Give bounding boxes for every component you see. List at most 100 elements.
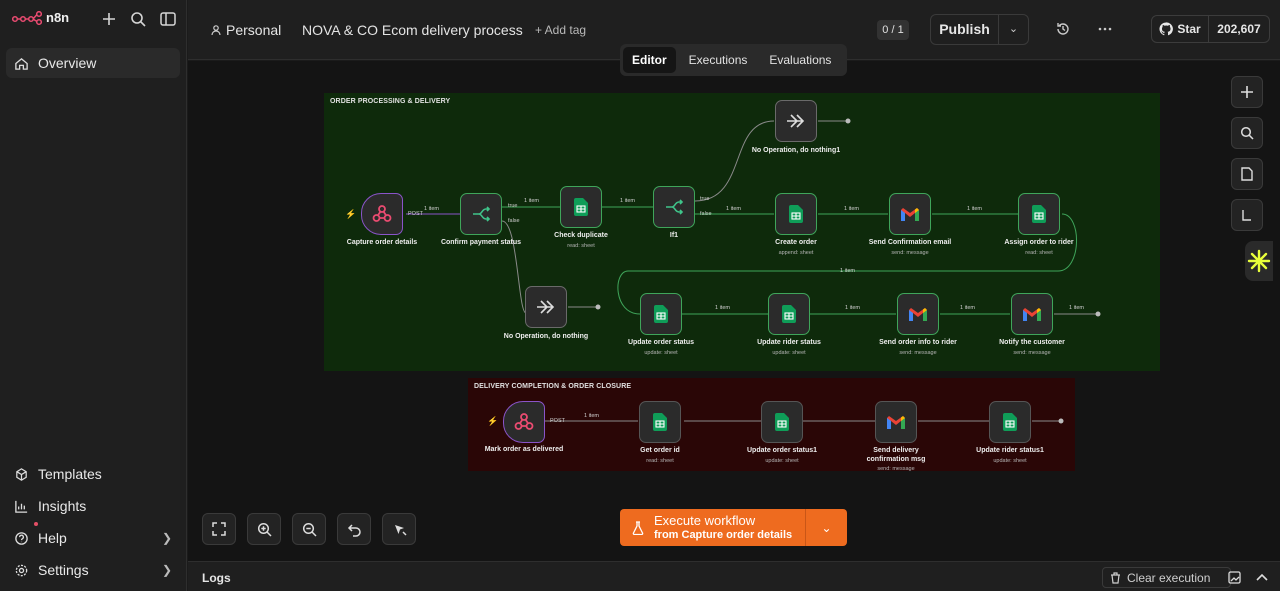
sidebar-item-label: Help [38,530,67,546]
node-update-rider-status[interactable] [768,293,810,335]
node-title: Notify the customer [999,339,1065,346]
node-notify-the-customer[interactable] [1011,293,1053,335]
history-icon[interactable] [1055,21,1071,37]
github-icon [1159,22,1174,36]
image-icon[interactable] [1228,571,1241,584]
templates-icon [16,467,27,481]
sidebar-toggle-icon[interactable] [159,10,177,28]
edge-label: 1 item [844,206,859,212]
publish-button[interactable]: Publish [931,15,999,44]
more-options-icon[interactable] [1097,21,1113,37]
node-title: If1 [669,232,679,239]
sidebar-item-settings[interactable]: Settings ❯ [6,555,180,585]
github-star-label: Star [1177,22,1201,36]
chevron-down-icon[interactable]: ⌄ [999,15,1028,44]
node-label: Send Confirmation email send: message [850,239,970,257]
tab-executions[interactable]: Executions [680,47,757,73]
double-arrow-icon [787,114,805,128]
node-get-order-id[interactable] [639,401,681,443]
sidebar-item-insights[interactable]: Insights [6,491,180,521]
sidebar-item-help[interactable]: Help ❯ [6,522,180,553]
undo-button[interactable] [337,513,371,545]
double-arrow-icon [537,300,555,314]
trigger-bolt-icon: ⚡ [487,416,499,426]
app-name: n8n [46,10,70,25]
logs-title[interactable]: Logs [202,571,231,585]
node-title: Mark order as delivered [484,446,564,453]
google-sheets-icon [775,413,789,431]
search-icon[interactable] [129,10,147,28]
add-node-button[interactable] [1231,76,1263,108]
fit-view-button[interactable] [202,513,236,545]
node-title: Send order info to rider [879,339,957,346]
node-create-order[interactable] [775,193,817,235]
node-label: Mark order as delivered [464,446,584,455]
ai-assistant-button[interactable] [1245,241,1273,281]
node-mark-order-as-delivered[interactable] [503,401,545,443]
node-title: No Operation, do nothing1 [751,147,841,154]
node-subtitle: update: sheet [644,349,678,356]
node-update-rider-status1[interactable] [989,401,1031,443]
github-star-button[interactable]: Star [1152,16,1209,42]
node-send-order-info-to-rider[interactable] [897,293,939,335]
n8n-logo[interactable]: n8n [12,10,69,25]
n8n-logo-icon [12,10,42,25]
sidebar-item-templates[interactable]: Templates [6,459,180,489]
node-title: Confirm payment status [440,239,522,246]
node-title: Send Confirmation email [868,239,952,246]
chevron-up-icon[interactable] [1256,572,1268,582]
node-update-order-status1[interactable] [761,401,803,443]
node-subtitle: append: sheet [778,249,814,256]
search-nodes-button[interactable] [1231,117,1263,149]
node-update-order-status[interactable] [640,293,682,335]
zoom-out-icon [302,522,317,537]
workflow-canvas[interactable]: ORDER PROCESSING & DELIVERY DELIVERY COM… [188,61,1280,561]
sticky-note-button[interactable] [1231,158,1263,190]
node-label: Update rider status update: sheet [729,339,849,357]
github-star-widget[interactable]: Star 202,607 [1151,15,1270,43]
clear-execution-button[interactable]: Clear execution [1102,567,1231,588]
chevron-down-icon[interactable]: ⌄ [806,509,847,546]
breadcrumb-project[interactable]: Personal [226,22,281,38]
node-no-operation1[interactable] [775,100,817,142]
tab-evaluations[interactable]: Evaluations [760,47,840,73]
add-tag-button[interactable]: + Add tag [535,23,586,37]
node-subtitle: read: sheet [646,457,674,464]
node-label: Update order status1 update: sheet [722,447,842,465]
if-branch-icon [666,199,684,215]
node-no-operation[interactable] [525,286,567,328]
workflow-name[interactable]: NOVA & CO Ecom delivery process [302,22,523,38]
zoom-in-button[interactable] [247,513,281,545]
sidebar-item-label: Insights [38,498,87,514]
node-assign-order-to-rider[interactable] [1018,193,1060,235]
node-send-confirmation-email[interactable] [889,193,931,235]
tab-editor[interactable]: Editor [623,47,676,73]
node-title: Update rider status1 [976,447,1044,454]
add-icon[interactable] [100,10,118,28]
google-sheets-icon [654,305,668,323]
node-check-duplicate[interactable] [560,186,602,228]
node-title: Send delivery confirmation msg [866,447,926,463]
node-send-delivery-confirmation[interactable] [875,401,917,443]
execute-workflow-main[interactable]: Execute workflow from Capture order deta… [620,509,806,546]
tidy-up-button[interactable] [382,513,416,545]
google-sheets-icon [653,413,667,431]
gmail-icon [901,207,919,221]
edge-label-false: false [508,218,520,224]
node-confirm-payment-status[interactable] [460,193,502,235]
logs-panel[interactable]: Logs Clear execution [188,561,1280,591]
node-capture-order-details[interactable] [361,193,403,235]
node-label: Assign order to rider read: sheet [979,239,1099,257]
node-if1[interactable] [653,186,695,228]
panel-toggle-button[interactable] [1231,199,1263,231]
node-subtitle: send: message [891,249,929,256]
execute-workflow-button[interactable]: Execute workflow from Capture order deta… [620,509,847,546]
zoom-out-button[interactable] [292,513,326,545]
node-title: Update order status [627,339,695,346]
sidebar-item-label: Overview [38,55,97,71]
search-icon [1240,126,1254,140]
sidebar-item-overview[interactable]: Overview [6,48,180,78]
notification-dot [34,522,38,526]
edge-label-post: POST [408,211,423,217]
edge-label-true: true [508,203,518,209]
